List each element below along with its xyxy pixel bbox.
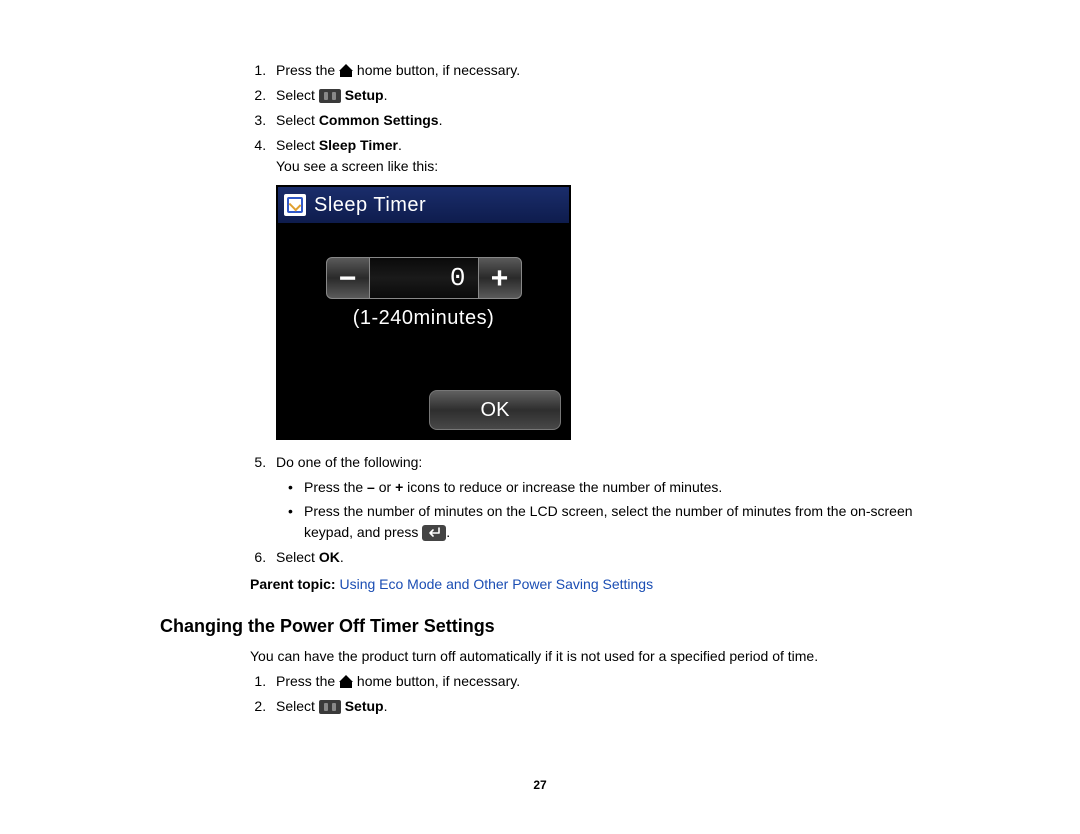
s5b1-e: icons to reduce or increase the number o… bbox=[403, 479, 722, 495]
document-page: Press the home button, if necessary. Sel… bbox=[0, 0, 1080, 834]
setup-icon bbox=[319, 700, 341, 714]
parent-topic-label: Parent topic: bbox=[250, 576, 339, 592]
step2-text-c: . bbox=[384, 87, 388, 103]
step-5: Do one of the following: Press the – or … bbox=[270, 452, 940, 543]
step2-text-a: Select bbox=[276, 87, 319, 103]
step-1: Press the home button, if necessary. bbox=[270, 60, 940, 81]
step2-bold: Setup bbox=[345, 87, 384, 103]
lcd-title-text: Sleep Timer bbox=[314, 190, 426, 220]
plus-button[interactable]: + bbox=[478, 257, 522, 299]
sec2-s2-a: Select bbox=[276, 698, 319, 714]
ok-button[interactable]: OK bbox=[429, 390, 561, 430]
step-6: Select OK. bbox=[270, 547, 940, 568]
step6-text-c: . bbox=[340, 549, 344, 565]
step4-bold: Sleep Timer bbox=[319, 137, 398, 153]
lcd-titlebar: Sleep Timer bbox=[278, 187, 569, 223]
step5-bullet-2: Press the number of minutes on the LCD s… bbox=[294, 501, 940, 543]
s5b1-b: – bbox=[367, 479, 375, 495]
step4-text-a: Select bbox=[276, 137, 319, 153]
lcd-body: − 0 + (1-240minutes) OK bbox=[278, 223, 569, 438]
minutes-field[interactable]: 0 bbox=[370, 257, 478, 299]
sec2-step-1: Press the home button, if necessary. bbox=[270, 671, 940, 692]
section2-desc: You can have the product turn off automa… bbox=[250, 646, 940, 667]
lcd-screenshot: Sleep Timer − 0 + (1-240minutes) OK bbox=[276, 185, 940, 440]
home-icon bbox=[339, 65, 353, 77]
step6-text-a: Select bbox=[276, 549, 319, 565]
enter-icon bbox=[422, 525, 446, 541]
step4-note: You see a screen like this: bbox=[276, 156, 940, 177]
lcd-panel: Sleep Timer − 0 + (1-240minutes) OK bbox=[276, 185, 571, 440]
steps-list-2: Press the home button, if necessary. Sel… bbox=[160, 671, 940, 717]
steps-list-1: Press the home button, if necessary. Sel… bbox=[160, 60, 940, 568]
step4-text-c: . bbox=[398, 137, 402, 153]
spinner: − 0 + bbox=[326, 257, 522, 299]
step-2: Select Setup. bbox=[270, 85, 940, 106]
setup-icon bbox=[319, 89, 341, 103]
step3-text-a: Select bbox=[276, 112, 319, 128]
sec2-s1-b: home button, if necessary. bbox=[353, 673, 520, 689]
step6-bold: OK bbox=[319, 549, 340, 565]
step5-bullets: Press the – or + icons to reduce or incr… bbox=[276, 477, 940, 543]
minus-button[interactable]: − bbox=[326, 257, 370, 299]
s5b2-a: Press the number of minutes on the LCD s… bbox=[304, 503, 913, 540]
sec2-s2-c: . bbox=[384, 698, 388, 714]
s5b1-a: Press the bbox=[304, 479, 367, 495]
step-4: Select Sleep Timer. You see a screen lik… bbox=[270, 135, 940, 440]
step5-text: Do one of the following: bbox=[276, 454, 422, 470]
step1-text-b: home button, if necessary. bbox=[353, 62, 520, 78]
step1-text-a: Press the bbox=[276, 62, 339, 78]
sec2-s2-b: Setup bbox=[345, 698, 384, 714]
step3-bold: Common Settings bbox=[319, 112, 439, 128]
range-label: (1-240minutes) bbox=[353, 303, 495, 333]
sec2-s1-a: Press the bbox=[276, 673, 339, 689]
parent-topic: Parent topic: Using Eco Mode and Other P… bbox=[250, 574, 940, 595]
parent-topic-link[interactable]: Using Eco Mode and Other Power Saving Se… bbox=[339, 576, 653, 592]
s5b2-b: . bbox=[446, 524, 450, 540]
page-number: 27 bbox=[0, 776, 1080, 794]
sleep-timer-title-icon bbox=[284, 194, 306, 216]
step-3: Select Common Settings. bbox=[270, 110, 940, 131]
section-heading-poweroff: Changing the Power Off Timer Settings bbox=[160, 613, 940, 640]
ok-row: OK bbox=[278, 382, 569, 438]
home-icon bbox=[339, 676, 353, 688]
step3-text-c: . bbox=[439, 112, 443, 128]
step5-bullet-1: Press the – or + icons to reduce or incr… bbox=[294, 477, 940, 498]
sec2-step-2: Select Setup. bbox=[270, 696, 940, 717]
s5b1-c: or bbox=[375, 479, 395, 495]
